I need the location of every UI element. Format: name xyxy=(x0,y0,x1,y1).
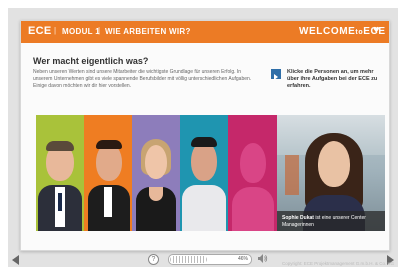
ece-logo: ECE xyxy=(28,25,52,37)
player-frame: ECE | MODUL 1 | WIE ARBEITEN WIR? WELCOM… xyxy=(8,8,398,267)
person-5[interactable] xyxy=(228,115,277,231)
copyright-text: Copyright: ECE Projektmanagement G.m.b.H… xyxy=(281,261,394,266)
progress-label: 46% xyxy=(237,256,248,262)
instruction-text: Klicke die Personen an, um mehr über ihr… xyxy=(287,69,378,89)
prev-arrow-icon[interactable] xyxy=(12,255,19,265)
person-3[interactable] xyxy=(132,115,180,231)
person-2[interactable] xyxy=(84,115,132,231)
person-neck xyxy=(149,187,163,201)
person-silhouette-head xyxy=(240,143,266,183)
progress-fill xyxy=(170,256,207,263)
person-hair xyxy=(191,137,217,147)
speaker-icon[interactable] xyxy=(258,254,268,265)
person-hair xyxy=(96,140,122,149)
featured-caption: Sophie Dukat ist eine unserer Center Man… xyxy=(277,211,385,231)
heart-icon: ♥ xyxy=(373,24,380,36)
person-1[interactable] xyxy=(36,115,84,231)
progress-bar[interactable]: 46% xyxy=(168,254,252,265)
section-label: WIE ARBEITEN WIR? xyxy=(105,27,191,36)
featured-face xyxy=(318,141,350,187)
person-face xyxy=(191,141,217,181)
help-icon[interactable]: ? xyxy=(148,254,159,265)
intro-text: Neben unseren Werten sind unsere Mitarbe… xyxy=(33,69,252,89)
header-bar: ECE | MODUL 1 | WIE ARBEITEN WIR? WELCOM… xyxy=(21,21,389,43)
header-divider: | xyxy=(98,26,101,35)
person-face xyxy=(145,145,167,179)
person-shirt xyxy=(104,187,112,217)
module-label: MODUL 1 xyxy=(62,27,100,36)
slide: ECE | MODUL 1 | WIE ARBEITEN WIR? WELCOM… xyxy=(20,20,390,251)
player-controls: ? 46% xyxy=(148,253,278,267)
person-tie xyxy=(58,193,62,211)
background-shopper xyxy=(285,155,299,195)
person-shirt xyxy=(182,185,226,231)
featured-person-photo[interactable]: Sophie Dukat ist eine unserer Center Man… xyxy=(277,115,385,231)
person-4[interactable] xyxy=(180,115,228,231)
person-silhouette-body xyxy=(232,187,274,231)
info-icon xyxy=(271,69,281,80)
person-hair xyxy=(46,141,74,151)
header-divider: | xyxy=(54,26,57,35)
page-title: Wer macht eigentlich was? xyxy=(33,56,149,66)
